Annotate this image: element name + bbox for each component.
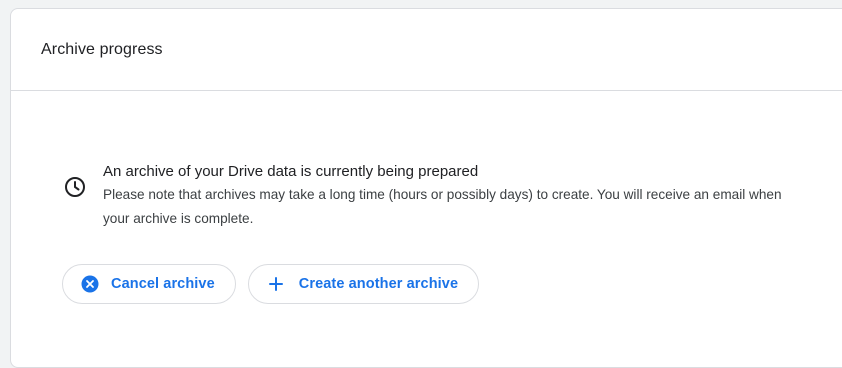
- card-title: Archive progress: [41, 40, 163, 58]
- plus-icon: [268, 277, 283, 291]
- create-another-archive-label: Create another archive: [298, 276, 459, 292]
- cancel-circle-icon: [81, 275, 99, 293]
- status-headline: An archive of your Drive data is current…: [103, 163, 479, 180]
- cancel-archive-button[interactable]: Cancel archive: [62, 264, 236, 304]
- cancel-archive-label: Cancel archive: [111, 276, 215, 292]
- archive-status: An archive of your Drive data is current…: [63, 161, 803, 231]
- status-text: An archive of your Drive data is current…: [103, 161, 803, 231]
- status-note: Please note that archives may take a lon…: [103, 187, 782, 226]
- clock-icon: [65, 177, 85, 197]
- card-header: Archive progress: [11, 9, 842, 91]
- archive-actions: Cancel archive Create another archive: [62, 264, 480, 304]
- archive-progress-card: Archive progress An archive of your Driv…: [10, 8, 842, 368]
- create-another-archive-button[interactable]: Create another archive: [247, 264, 480, 304]
